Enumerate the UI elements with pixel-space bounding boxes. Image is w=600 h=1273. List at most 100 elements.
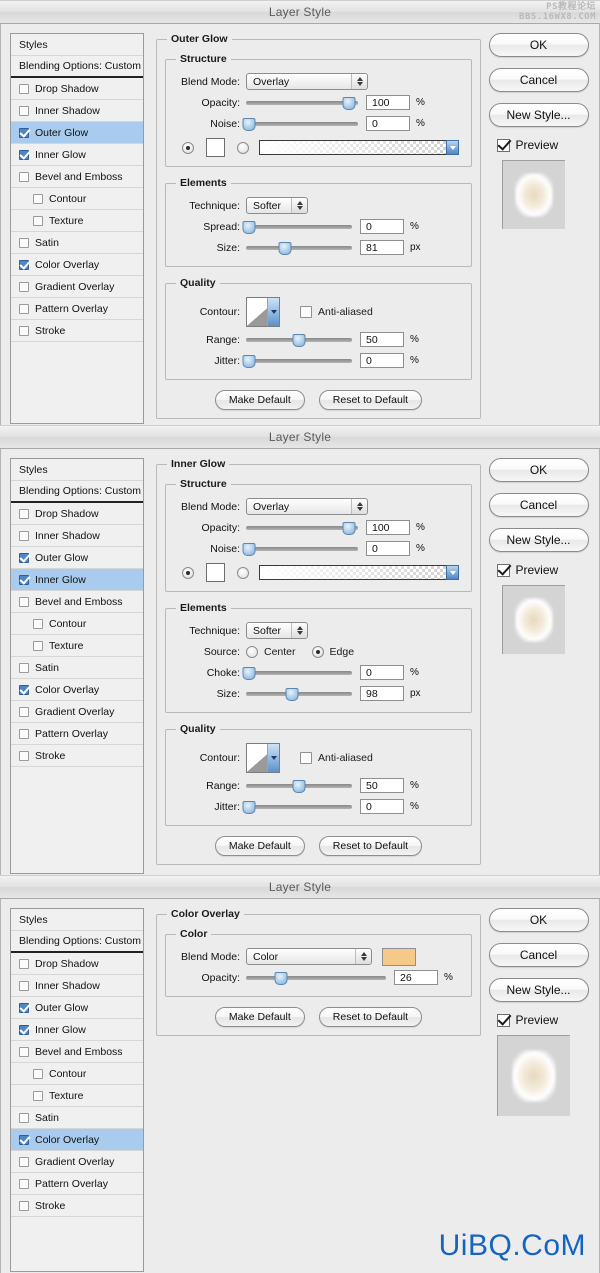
effect-row-drop-shadow[interactable]: Drop Shadow — [11, 503, 143, 525]
checkbox-satin[interactable] — [19, 237, 29, 248]
stepper-arrows-icon[interactable] — [291, 198, 307, 213]
checkbox-anti-aliased[interactable] — [300, 306, 312, 318]
size-input[interactable]: 98 — [360, 686, 404, 701]
checkbox-stroke[interactable] — [19, 750, 29, 761]
effect-row-pattern-overlay[interactable]: Pattern Overlay — [11, 1173, 143, 1195]
effect-row-gradient-overlay[interactable]: Gradient Overlay — [11, 276, 143, 298]
gradient-preview[interactable] — [259, 565, 459, 580]
effect-row-texture[interactable]: Texture — [11, 210, 143, 232]
checkbox-satin[interactable] — [19, 1112, 29, 1123]
size-slider[interactable] — [246, 241, 352, 255]
make-default-button[interactable]: Make Default — [214, 1007, 305, 1027]
effect-row-stroke[interactable]: Stroke — [11, 745, 143, 767]
checkbox-color-overlay[interactable] — [19, 259, 29, 270]
size-slider[interactable] — [246, 687, 352, 701]
checkbox-contour[interactable] — [33, 193, 43, 204]
effect-row-texture[interactable]: Texture — [11, 1085, 143, 1107]
noise-input[interactable]: 0 — [366, 116, 410, 131]
noise-slider[interactable] — [242, 117, 358, 131]
checkbox-preview[interactable] — [496, 563, 510, 577]
checkbox-pattern-overlay[interactable] — [19, 303, 29, 314]
opacity-slider[interactable] — [246, 521, 358, 535]
blending-options-row[interactable]: Blending Options: Custom — [11, 481, 143, 503]
technique-select[interactable]: Softer — [246, 197, 308, 214]
new-style-button[interactable]: New Style... — [488, 978, 589, 1002]
blend-mode-select[interactable]: Color — [246, 948, 372, 965]
effect-row-bevel-and-emboss[interactable]: Bevel and Emboss — [11, 591, 143, 613]
effect-row-inner-shadow[interactable]: Inner Shadow — [11, 100, 143, 122]
effect-row-color-overlay[interactable]: Color Overlay — [11, 254, 143, 276]
checkbox-gradient-overlay[interactable] — [19, 281, 29, 292]
styles-list[interactable]: Styles Blending Options: Custom Drop Sha… — [10, 458, 144, 874]
cancel-button[interactable]: Cancel — [488, 943, 589, 967]
effect-row-satin[interactable]: Satin — [11, 232, 143, 254]
checkbox-gradient-overlay[interactable] — [19, 1156, 29, 1167]
range-input[interactable]: 50 — [360, 778, 404, 793]
preview-row[interactable]: Preview — [489, 563, 589, 577]
gradient-dropdown-icon[interactable] — [446, 140, 459, 155]
checkbox-texture[interactable] — [33, 1090, 43, 1101]
checkbox-stroke[interactable] — [19, 1200, 29, 1211]
blend-mode-select[interactable]: Overlay — [246, 73, 368, 90]
effect-row-satin[interactable]: Satin — [11, 1107, 143, 1129]
effect-row-color-overlay[interactable]: Color Overlay — [11, 679, 143, 701]
opacity-slider[interactable] — [246, 971, 386, 985]
reset-to-default-button[interactable]: Reset to Default — [318, 836, 423, 856]
checkbox-inner-glow[interactable] — [19, 149, 29, 160]
effect-row-outer-glow[interactable]: Outer Glow — [11, 997, 143, 1019]
contour-dropdown-icon[interactable] — [267, 744, 279, 772]
effect-row-color-overlay[interactable]: Color Overlay — [11, 1129, 143, 1151]
opacity-input[interactable]: 100 — [366, 95, 410, 110]
effect-row-stroke[interactable]: Stroke — [11, 1195, 143, 1217]
checkbox-preview[interactable] — [496, 138, 510, 152]
jitter-slider[interactable] — [242, 354, 352, 368]
checkbox-bevel-and-emboss[interactable] — [19, 171, 29, 182]
range-slider[interactable] — [246, 779, 352, 793]
effect-row-outer-glow[interactable]: Outer Glow — [11, 122, 143, 144]
opacity-input[interactable]: 26 — [394, 970, 438, 985]
blend-mode-select[interactable]: Overlay — [246, 498, 368, 515]
effect-row-gradient-overlay[interactable]: Gradient Overlay — [11, 701, 143, 723]
radio-source-edge[interactable] — [311, 645, 324, 658]
opacity-slider[interactable] — [246, 96, 358, 110]
choke-input[interactable]: 0 — [360, 665, 404, 680]
checkbox-outer-glow[interactable] — [19, 127, 29, 138]
checkbox-gradient-overlay[interactable] — [19, 706, 29, 717]
effect-row-inner-shadow[interactable]: Inner Shadow — [11, 525, 143, 547]
checkbox-drop-shadow[interactable] — [19, 508, 29, 519]
spread-slider[interactable] — [242, 220, 352, 234]
checkbox-preview[interactable] — [496, 1013, 510, 1027]
stepper-arrows-icon[interactable] — [351, 499, 367, 514]
checkbox-color-overlay[interactable] — [19, 1134, 29, 1145]
checkbox-texture[interactable] — [33, 640, 43, 651]
effect-row-drop-shadow[interactable]: Drop Shadow — [11, 78, 143, 100]
new-style-button[interactable]: New Style... — [488, 103, 589, 127]
preview-row[interactable]: Preview — [489, 138, 589, 152]
effect-row-contour[interactable]: Contour — [11, 613, 143, 635]
effect-row-inner-glow[interactable]: Inner Glow — [11, 1019, 143, 1041]
gradient-dropdown-icon[interactable] — [446, 565, 459, 580]
size-input[interactable]: 81 — [360, 240, 404, 255]
effect-row-texture[interactable]: Texture — [11, 635, 143, 657]
choke-slider[interactable] — [242, 666, 352, 680]
checkbox-outer-glow[interactable] — [19, 1002, 29, 1013]
checkbox-stroke[interactable] — [19, 325, 29, 336]
effect-row-gradient-overlay[interactable]: Gradient Overlay — [11, 1151, 143, 1173]
checkbox-inner-shadow[interactable] — [19, 530, 29, 541]
styles-list[interactable]: Styles Blending Options: Custom Drop Sha… — [10, 908, 144, 1272]
stepper-arrows-icon[interactable] — [351, 74, 367, 89]
checkbox-contour[interactable] — [33, 618, 43, 629]
contour-preview[interactable] — [246, 297, 280, 327]
ok-button[interactable]: OK — [488, 458, 589, 482]
ok-button[interactable]: OK — [488, 33, 589, 57]
opacity-input[interactable]: 100 — [366, 520, 410, 535]
effect-row-inner-glow[interactable]: Inner Glow — [11, 569, 143, 591]
effect-row-pattern-overlay[interactable]: Pattern Overlay — [11, 298, 143, 320]
anti-aliased-row[interactable]: Anti-aliased — [300, 752, 373, 764]
effect-row-bevel-and-emboss[interactable]: Bevel and Emboss — [11, 1041, 143, 1063]
make-default-button[interactable]: Make Default — [214, 390, 305, 410]
technique-select[interactable]: Softer — [246, 622, 308, 639]
checkbox-bevel-and-emboss[interactable] — [19, 1046, 29, 1057]
radio-gradient[interactable] — [237, 566, 249, 579]
checkbox-anti-aliased[interactable] — [300, 752, 312, 764]
